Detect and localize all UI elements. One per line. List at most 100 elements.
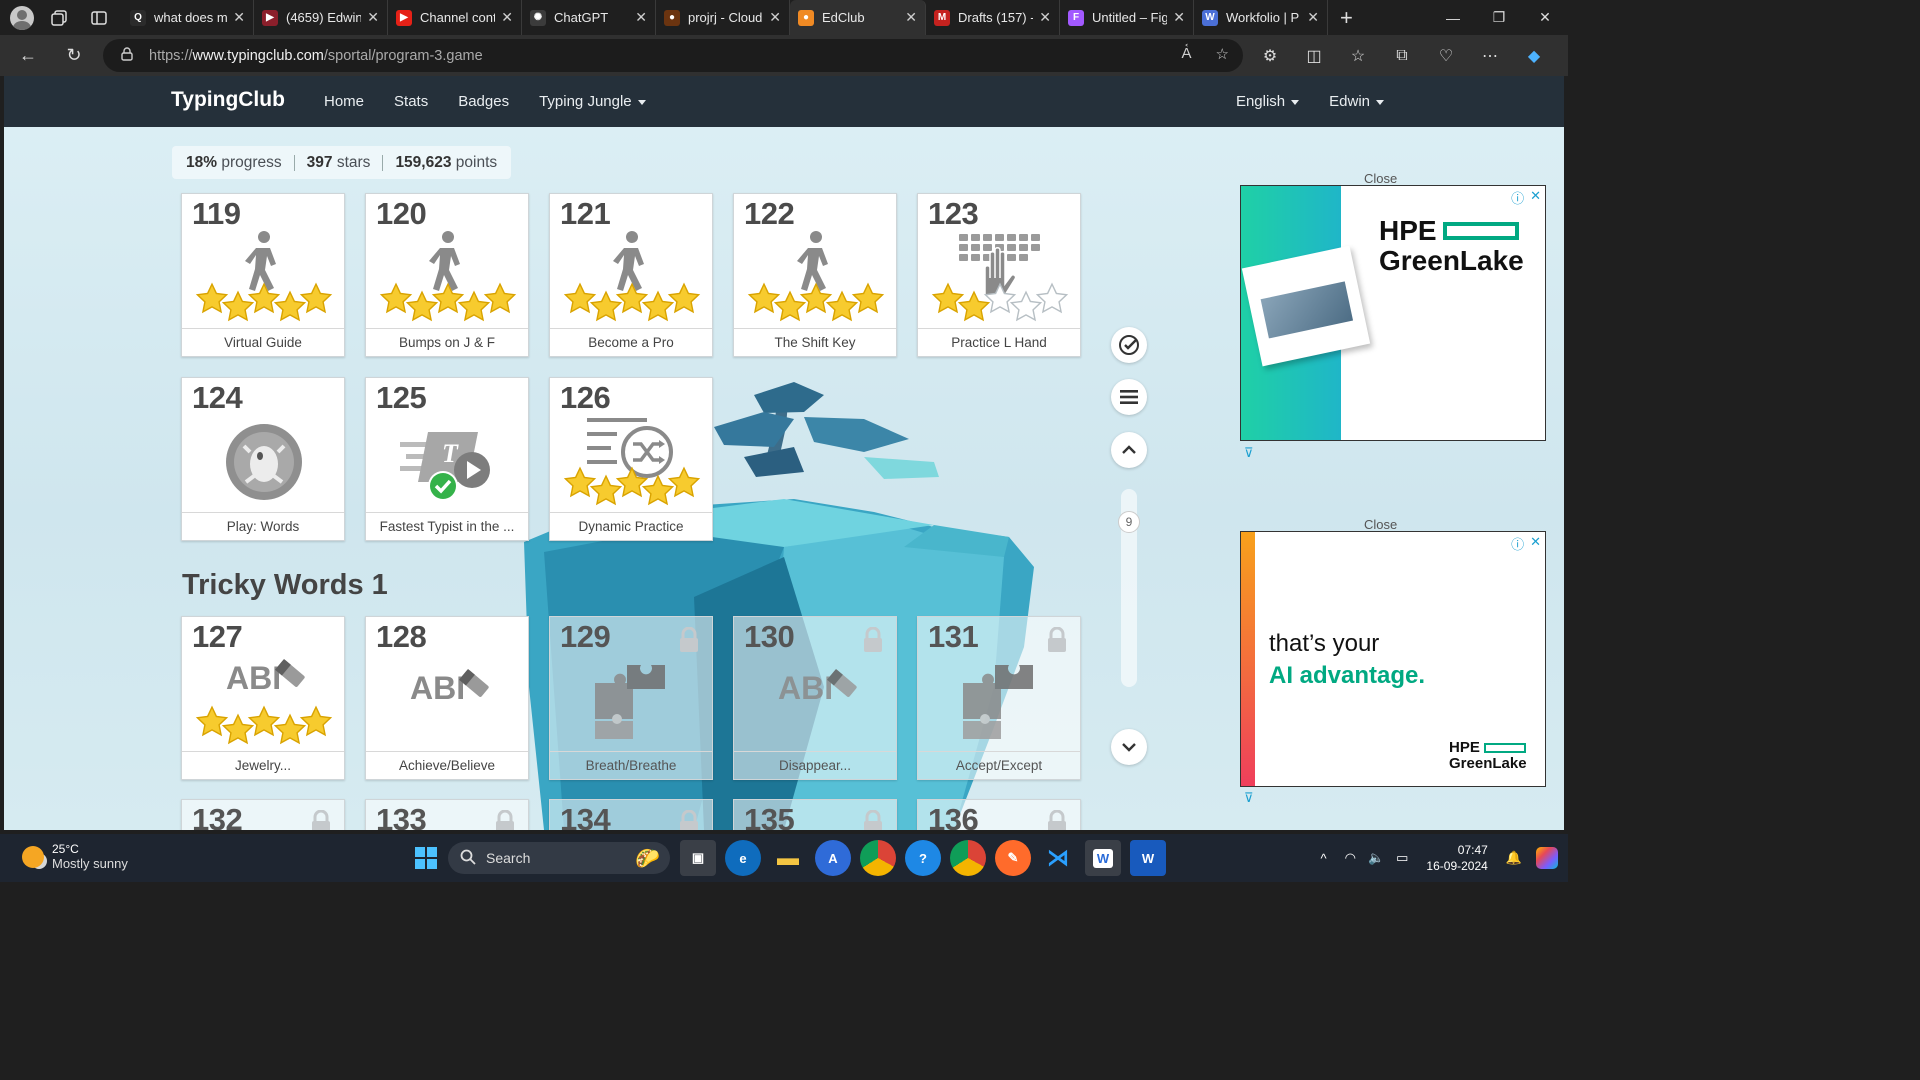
lesson-card[interactable]: 126 Dynamic Practice <box>549 377 713 541</box>
postman-icon[interactable]: ✎ <box>995 840 1031 876</box>
lesson-card[interactable]: 134 <box>549 799 713 830</box>
site-logo[interactable]: TypingClub <box>171 88 285 112</box>
browser-tab[interactable]: M Drafts (157) - ✕ <box>926 0 1060 35</box>
check-progress-button[interactable] <box>1111 327 1147 363</box>
scroll-up-button[interactable] <box>1111 432 1147 468</box>
copilot-taskbar-icon[interactable] <box>1536 847 1558 869</box>
lesson-card[interactable]: 136 <box>917 799 1081 830</box>
word-icon[interactable]: W <box>1130 840 1166 876</box>
lesson-card[interactable]: 124 Play: Words <box>181 377 345 541</box>
lesson-card[interactable]: 123 Practice L Hand <box>917 193 1081 357</box>
browser-essentials-icon[interactable]: ♡ <box>1434 46 1458 66</box>
lesson-card[interactable]: 122 The Shift Key <box>733 193 897 357</box>
tab-close-icon[interactable]: ✕ <box>233 9 245 26</box>
start-button[interactable] <box>408 840 444 876</box>
close-window-button[interactable]: ✕ <box>1522 0 1568 35</box>
notification-bell-icon[interactable]: 🔔 <box>1506 850 1522 866</box>
nav-typing-jungle[interactable]: Typing Jungle <box>539 93 646 110</box>
ad-close-label[interactable]: Close <box>1364 171 1397 186</box>
browser-tab[interactable]: W Workfolio | P ✕ <box>1194 0 1328 35</box>
lesson-card[interactable]: 135 <box>733 799 897 830</box>
lesson-card[interactable]: 131 Accept/Except <box>917 616 1081 780</box>
workfolio-icon[interactable]: W <box>1085 840 1121 876</box>
tab-close-icon[interactable]: ✕ <box>367 9 379 26</box>
lesson-card[interactable]: 119 Virtual Guide <box>181 193 345 357</box>
ad-choices-icon[interactable]: ⊽ <box>1244 790 1254 806</box>
battery-icon[interactable]: ▭ <box>1396 850 1408 866</box>
menu-button[interactable] <box>1111 379 1147 415</box>
lesson-card[interactable]: 132 <box>181 799 345 830</box>
ad-close-label-2[interactable]: Close <box>1364 517 1397 532</box>
lesson-card[interactable]: 130 ABI Disappear... <box>733 616 897 780</box>
chrome-profile-icon[interactable] <box>950 840 986 876</box>
nav-badges[interactable]: Badges <box>458 93 509 110</box>
lesson-card[interactable]: 121 Become a Pro <box>549 193 713 357</box>
browser-tab[interactable]: F Untitled – Fig ✕ <box>1060 0 1194 35</box>
favorite-star-icon[interactable]: ☆ <box>1216 45 1229 63</box>
tab-close-icon[interactable]: ✕ <box>905 9 917 26</box>
ad-banner-ai[interactable]: that’s your AI advantage. HPE GreenLake … <box>1240 531 1546 787</box>
tab-close-icon[interactable]: ✕ <box>769 9 781 26</box>
taskbar-search[interactable]: Search 🌮 <box>448 842 670 874</box>
taco-highlight-icon[interactable]: 🌮 <box>635 846 660 871</box>
minimize-button[interactable]: — <box>1430 0 1476 35</box>
restore-button[interactable]: ❐ <box>1476 0 1522 35</box>
browser-tab[interactable]: ▶ (4659) Edwin ✕ <box>254 0 388 35</box>
lesson-card[interactable]: 125 T Fastest Typist in the ... <box>365 377 529 541</box>
workspaces-icon[interactable] <box>44 3 74 33</box>
split-screen-icon[interactable]: ◫ <box>1302 46 1326 66</box>
refresh-button[interactable]: ↻ <box>56 38 92 74</box>
taskbar-clock[interactable]: 07:47 16-09-2024 <box>1426 842 1487 874</box>
app-a-icon[interactable]: A <box>815 840 851 876</box>
chrome-icon[interactable] <box>860 840 896 876</box>
nav-stats[interactable]: Stats <box>394 93 428 110</box>
nav-home[interactable]: Home <box>324 93 364 110</box>
ad-banner-hpe[interactable]: HPE GreenLake ⓘ ✕ <box>1240 185 1546 441</box>
vertical-tabs-icon[interactable] <box>84 3 114 33</box>
wifi-icon[interactable]: ◠ <box>1345 850 1356 866</box>
weather-widget[interactable]: 25°C Mostly sunny <box>22 842 128 872</box>
show-hidden-icons-icon[interactable]: ^ <box>1320 851 1326 866</box>
help-app-icon[interactable]: ? <box>905 840 941 876</box>
lesson-card[interactable]: 129 Breath/Breathe <box>549 616 713 780</box>
language-dropdown[interactable]: English <box>1236 93 1300 110</box>
ad-close-icon[interactable]: ✕ <box>1530 534 1541 553</box>
scroll-down-button[interactable] <box>1111 729 1147 765</box>
lock-icon[interactable] <box>121 46 133 65</box>
tab-close-icon[interactable]: ✕ <box>1307 9 1319 26</box>
browser-tab[interactable]: ▶ Channel cont ✕ <box>388 0 522 35</box>
copilot-icon[interactable]: ◆ <box>1522 46 1546 66</box>
edge-browser-icon[interactable]: e <box>725 840 761 876</box>
browser-tab[interactable]: ● EdClub ✕ <box>790 0 926 35</box>
profile-avatar[interactable] <box>10 5 34 30</box>
ad-close-icon[interactable]: ✕ <box>1530 188 1541 207</box>
ad-choices-icon[interactable]: ⊽ <box>1244 445 1254 461</box>
ad-info-icon[interactable]: ⓘ <box>1511 188 1524 207</box>
tab-close-icon[interactable]: ✕ <box>1039 9 1051 26</box>
lesson-card[interactable]: 128 ABI Achieve/Believe <box>365 616 529 780</box>
new-tab-button[interactable]: + <box>1340 5 1353 31</box>
ad-info-icon[interactable]: ⓘ <box>1511 534 1524 553</box>
more-menu-icon[interactable]: ⋯ <box>1478 46 1502 66</box>
address-bar[interactable]: https://www.typingclub.com/sportal/progr… <box>103 39 1243 72</box>
browser-tab[interactable]: Qwhat does m ✕ <box>122 0 254 35</box>
read-aloud-icon[interactable]: A᷾ <box>1182 45 1192 63</box>
collections-icon[interactable]: ⧉ <box>1390 47 1414 65</box>
browser-tab[interactable]: ✺ ChatGPT ✕ <box>522 0 656 35</box>
tab-close-icon[interactable]: ✕ <box>1173 9 1185 26</box>
page-number-indicator[interactable]: 9 <box>1118 511 1140 533</box>
tab-close-icon[interactable]: ✕ <box>501 9 513 26</box>
extensions-icon[interactable]: ⚙ <box>1258 46 1282 66</box>
vscode-icon[interactable]: ⋊ <box>1040 840 1076 876</box>
favorites-icon[interactable]: ☆ <box>1346 46 1370 66</box>
lesson-card[interactable]: 133 <box>365 799 529 830</box>
user-menu[interactable]: Edwin <box>1329 93 1384 110</box>
lesson-card[interactable]: 127 ABI Jewelry... <box>181 616 345 780</box>
tab-close-icon[interactable]: ✕ <box>635 9 647 26</box>
lesson-card[interactable]: 120 Bumps on J & F <box>365 193 529 357</box>
browser-tab[interactable]: ● projrj - Cloud ✕ <box>656 0 790 35</box>
back-button[interactable]: ← <box>10 38 46 74</box>
file-explorer-icon[interactable]: ▬ <box>770 840 806 876</box>
task-view-icon[interactable]: ▣ <box>680 840 716 876</box>
volume-icon[interactable]: 🔈 <box>1368 850 1384 866</box>
